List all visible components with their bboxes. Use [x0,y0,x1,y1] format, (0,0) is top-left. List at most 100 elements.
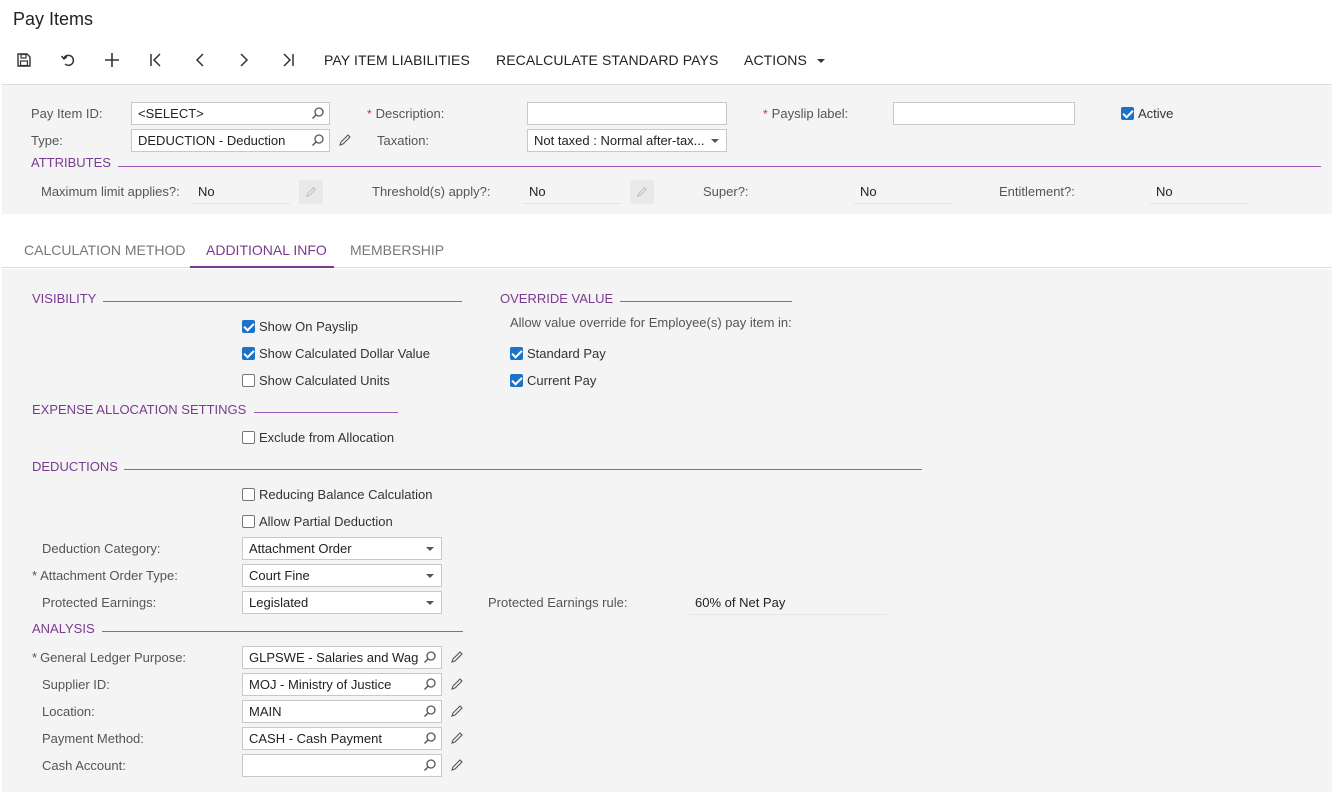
attachment-order-type-value: Court Fine [249,568,310,583]
show-on-payslip-checkbox[interactable]: Show On Payslip [242,319,358,334]
recalculate-standard-pays-button[interactable]: RECALCULATE STANDARD PAYS [496,52,718,68]
current-pay-label: Current Pay [527,373,597,388]
tab-bar [2,230,1332,268]
super-value: No [854,182,952,204]
pay-item-id-label: Pay Item ID: [31,106,103,121]
next-record-icon[interactable] [234,50,254,70]
section-divider [254,412,398,413]
threshold-label: Threshold(s) apply?: [372,184,491,199]
standard-pay-checkbox[interactable]: Standard Pay [510,346,606,361]
supplier-id-field[interactable]: MOJ - Ministry of Justice [242,673,442,696]
checkbox-checked-icon [242,347,255,360]
edit-pencil-icon[interactable] [450,704,464,721]
allow-partial-deduction-checkbox[interactable]: Allow Partial Deduction [242,514,393,529]
edit-pencil-icon [630,180,654,204]
checkbox-unchecked-icon [242,431,255,444]
search-icon[interactable] [423,758,437,775]
protected-earnings-rule-value: 60% of Net Pay [689,593,887,615]
max-limit-value: No [192,182,290,204]
supplier-id-value: MOJ - Ministry of Justice [249,677,392,692]
search-icon[interactable] [423,677,437,694]
edit-pencil-icon[interactable] [450,731,464,748]
search-icon[interactable] [311,106,325,123]
undo-icon[interactable] [58,50,78,70]
search-icon[interactable] [423,704,437,721]
tab-calculation-method[interactable]: CALCULATION METHOD [24,242,186,258]
edit-pencil-icon[interactable] [450,758,464,775]
pay-item-id-field[interactable]: <SELECT> [131,102,330,125]
search-icon[interactable] [423,731,437,748]
visibility-section-title: VISIBILITY [32,291,97,306]
edit-pencil-icon [299,180,323,204]
first-record-icon[interactable] [146,50,166,70]
search-icon[interactable] [311,133,325,150]
checkbox-checked-icon [242,320,255,333]
taxation-label: Taxation: [377,133,430,148]
reducing-balance-label: Reducing Balance Calculation [259,487,433,502]
override-section-title: OVERRIDE VALUE [500,291,614,306]
show-calculated-units-checkbox[interactable]: Show Calculated Units [242,373,390,388]
exclude-from-allocation-checkbox[interactable]: Exclude from Allocation [242,430,394,445]
save-icon[interactable] [14,50,34,70]
current-pay-checkbox[interactable]: Current Pay [510,373,596,388]
actions-menu-button[interactable]: ACTIONS [744,52,825,68]
pay-item-id-value: <SELECT> [138,106,204,121]
checkbox-unchecked-icon [242,515,255,528]
location-field[interactable]: MAIN [242,700,442,723]
gl-purpose-value: GLPSWE - Salaries and Wag [249,650,419,665]
super-label: Super?: [703,184,749,199]
cash-account-field[interactable] [242,754,442,777]
page-title: Pay Items [13,9,94,29]
analysis-section-title: ANALYSIS [32,621,95,636]
cash-account-label: Cash Account: [42,758,126,773]
protected-earnings-rule-label: Protected Earnings rule: [488,595,628,610]
caret-down-icon [426,574,434,578]
attributes-section-title: ATTRIBUTES [31,155,111,170]
protected-earnings-select[interactable]: Legislated [242,591,442,614]
search-icon[interactable] [423,650,437,667]
reducing-balance-checkbox[interactable]: Reducing Balance Calculation [242,487,432,502]
active-checkbox[interactable]: Active [1121,106,1173,121]
expense-allocation-section-title: EXPENSE ALLOCATION SETTINGS [32,402,247,417]
caret-down-icon [816,59,825,64]
gl-purpose-label: * General Ledger Purpose: [32,650,187,665]
tab-additional-info[interactable]: ADDITIONAL INFO [206,242,327,258]
type-field[interactable]: DEDUCTION - Deduction [131,129,330,152]
caret-down-icon [426,547,434,551]
allow-partial-deduction-label: Allow Partial Deduction [259,514,393,529]
pay-item-liabilities-button[interactable]: PAY ITEM LIABILITIES [324,52,470,68]
section-divider [102,631,463,632]
edit-pencil-icon[interactable] [338,133,352,150]
tab-content [2,269,1332,792]
deduction-category-select[interactable]: Attachment Order [242,537,442,560]
edit-pencil-icon[interactable] [450,677,464,694]
max-limit-label: Maximum limit applies?: [41,184,180,199]
protected-earnings-value: Legislated [249,595,309,610]
edit-pencil-icon[interactable] [450,650,464,667]
taxation-value: Not taxed : Normal after-tax... [534,133,705,148]
location-label: Location: [42,704,95,719]
last-record-icon[interactable] [278,50,298,70]
taxation-select[interactable]: Not taxed : Normal after-tax... [527,129,727,152]
entitlement-label: Entitlement?: [999,184,1075,199]
protected-earnings-label: Protected Earnings: [42,595,157,610]
attachment-order-type-label: * Attachment Order Type: [32,568,178,583]
tab-membership[interactable]: MEMBERSHIP [350,242,444,258]
checkbox-unchecked-icon [242,488,255,501]
description-label: * Description: [367,106,445,121]
gl-purpose-field[interactable]: GLPSWE - Salaries and Wag [242,646,442,669]
payment-method-value: CASH - Cash Payment [249,731,382,746]
payslip-label-field[interactable] [893,102,1075,125]
show-calculated-dollar-label: Show Calculated Dollar Value [259,346,431,361]
show-calculated-dollar-checkbox[interactable]: Show Calculated Dollar Value [242,346,430,361]
section-divider [118,166,1321,167]
deduction-category-value: Attachment Order [249,541,352,556]
payment-method-label: Payment Method: [42,731,144,746]
previous-record-icon[interactable] [190,50,210,70]
attachment-order-type-select[interactable]: Court Fine [242,564,442,587]
description-field[interactable] [527,102,727,125]
payment-method-field[interactable]: CASH - Cash Payment [242,727,442,750]
add-icon[interactable] [102,50,122,70]
payslip-label-label: * Payslip label: [763,106,849,121]
section-divider [124,469,922,470]
